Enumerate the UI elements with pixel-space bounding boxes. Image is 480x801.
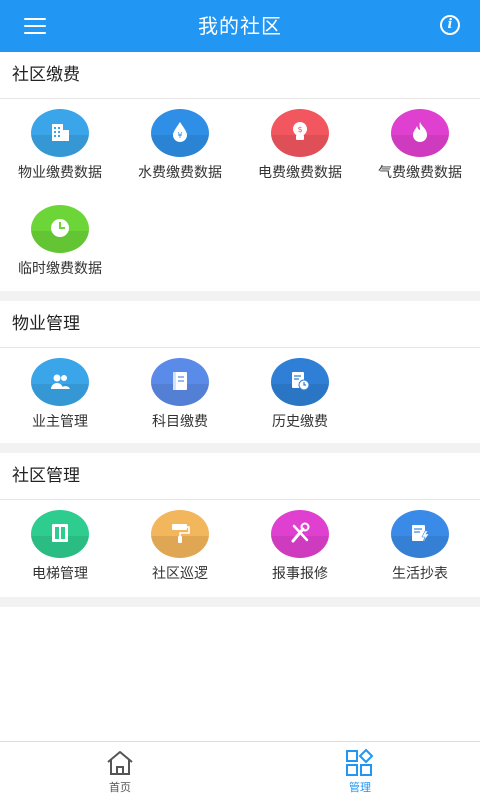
home-icon (107, 751, 133, 775)
meter-note-icon (391, 510, 449, 558)
electricity-fee-data-item[interactable]: $ 电费缴费数据 (240, 99, 360, 195)
gas-fee-data-item[interactable]: 气费缴费数据 (360, 99, 480, 195)
report-repair-item[interactable]: 报事报修 (240, 500, 360, 596)
item-label: 临时缴费数据 (18, 261, 102, 277)
paint-roller-icon (151, 510, 209, 558)
section-title: 社区缴费 (0, 52, 480, 99)
item-label: 业主管理 (32, 414, 88, 430)
item-label: 报事报修 (272, 566, 328, 582)
building-icon (31, 109, 89, 157)
community-patrol-item[interactable]: 社区巡逻 (120, 500, 240, 596)
section-title: 社区管理 (0, 453, 480, 500)
users-icon (31, 358, 89, 406)
nav-home-label: 首页 (109, 781, 131, 794)
item-label: 物业缴费数据 (18, 165, 102, 181)
item-label: 科目缴费 (152, 414, 208, 430)
owner-management-item[interactable]: 业主管理 (0, 348, 120, 444)
svg-text:¥: ¥ (177, 131, 182, 140)
info-icon[interactable]: i (440, 15, 460, 35)
item-label: 历史缴费 (272, 414, 328, 430)
history-icon (271, 358, 329, 406)
clock-icon (31, 205, 89, 253)
item-label: 电费缴费数据 (258, 165, 342, 181)
grid-icon (346, 748, 374, 776)
life-meter-reading-item[interactable]: 生活抄表 (360, 500, 480, 596)
item-label: 气费缴费数据 (378, 165, 462, 181)
nav-home[interactable]: 首页 (60, 742, 180, 801)
bottom-nav: 首页 管理 (0, 741, 480, 801)
section-community-payment: 社区缴费 物业缴费数据 ¥ 水费缴费数据 $ 电费缴费数据 气费缴费数据 临时缴… (0, 52, 480, 291)
tools-icon (271, 510, 329, 558)
item-label: 水费缴费数据 (138, 165, 222, 181)
lightbulb-icon: $ (271, 109, 329, 157)
top-bar: 我的社区 i (0, 0, 480, 52)
section-divider (0, 443, 480, 453)
svg-text:$: $ (297, 125, 302, 134)
water-drop-icon: ¥ (151, 109, 209, 157)
section-property-management: 物业管理 业主管理 科目缴费 历史缴费 (0, 301, 480, 443)
elevator-management-item[interactable]: 电梯管理 (0, 500, 120, 596)
flame-icon (391, 109, 449, 157)
elevator-icon (31, 510, 89, 558)
water-fee-data-item[interactable]: ¥ 水费缴费数据 (120, 99, 240, 195)
item-label: 社区巡逻 (152, 566, 208, 582)
section-divider (0, 291, 480, 301)
nav-manage[interactable]: 管理 (300, 742, 420, 801)
section-divider (0, 597, 480, 607)
section-community-management: 社区管理 电梯管理 社区巡逻 报事报修 生活抄表 (0, 453, 480, 597)
payment-history-item[interactable]: 历史缴费 (240, 348, 360, 444)
item-label: 电梯管理 (32, 566, 88, 582)
section-title: 物业管理 (0, 301, 480, 348)
property-fee-data-item[interactable]: 物业缴费数据 (0, 99, 120, 195)
nav-manage-label: 管理 (349, 781, 371, 794)
subject-payment-item[interactable]: 科目缴费 (120, 348, 240, 444)
page-title: 我的社区 (198, 14, 282, 38)
item-label: 生活抄表 (392, 566, 448, 582)
temporary-fee-data-item[interactable]: 临时缴费数据 (0, 195, 120, 291)
notebook-icon (151, 358, 209, 406)
